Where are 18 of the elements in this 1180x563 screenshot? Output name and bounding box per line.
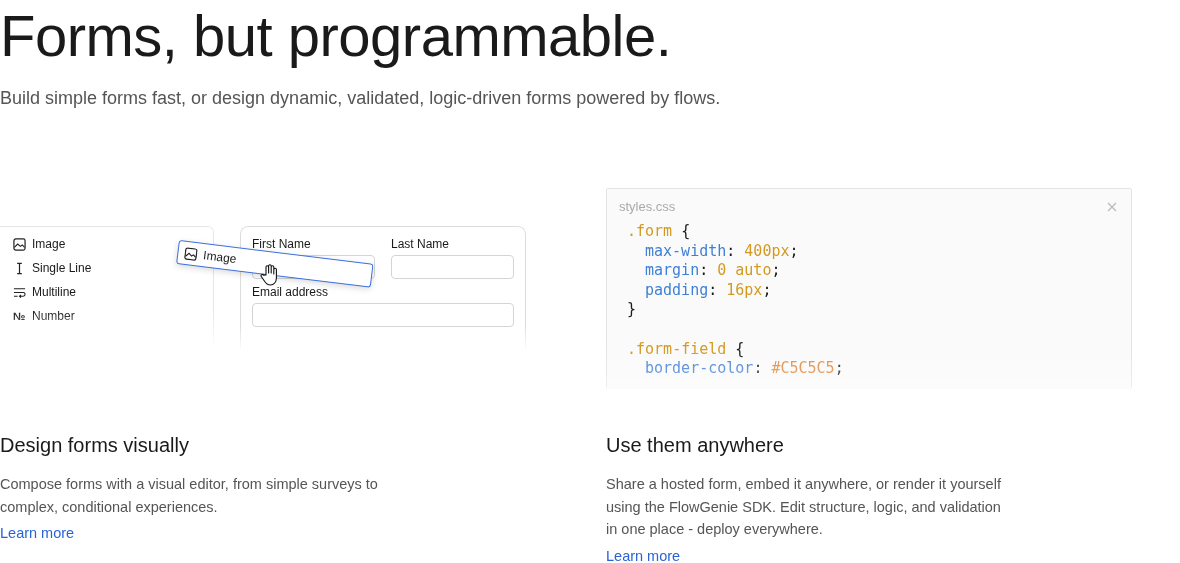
code-line: max-width: 400px; — [644, 241, 800, 262]
field-label: First Name — [252, 237, 311, 251]
hero-title: Forms, but programmable. — [0, 2, 672, 70]
file-name: styles.css — [619, 199, 676, 214]
feature-heading: Use them anywhere — [606, 434, 784, 457]
feature-heading: Design forms visually — [0, 434, 189, 457]
code-line: padding: 16px; — [644, 280, 773, 301]
number-icon: № — [13, 307, 26, 325]
hero-subtitle: Build simple forms fast, or design dynamic, validated, logic-driven forms powered by flows. — [0, 88, 721, 109]
code-line: .form-field { — [627, 339, 746, 360]
code-line: margin: 0 auto; — [644, 261, 782, 281]
code-line: border-color: #C5C5C5; — [644, 359, 845, 379]
field-label: Email address — [252, 285, 329, 299]
code-line: } — [627, 300, 638, 320]
feature-description: Share a hosted form, embed it anywhere, or render it yourself using the FlowGenie SDK. Edit structure, logic, and validation in one place - deploy everywhere. — [606, 475, 1002, 539]
feature-description: Compose forms with a visual editor, from simple surveys to complex, conditional experiences. — [0, 475, 379, 517]
code-line: .form { — [627, 222, 692, 242]
field-label: Last Name — [391, 237, 450, 251]
